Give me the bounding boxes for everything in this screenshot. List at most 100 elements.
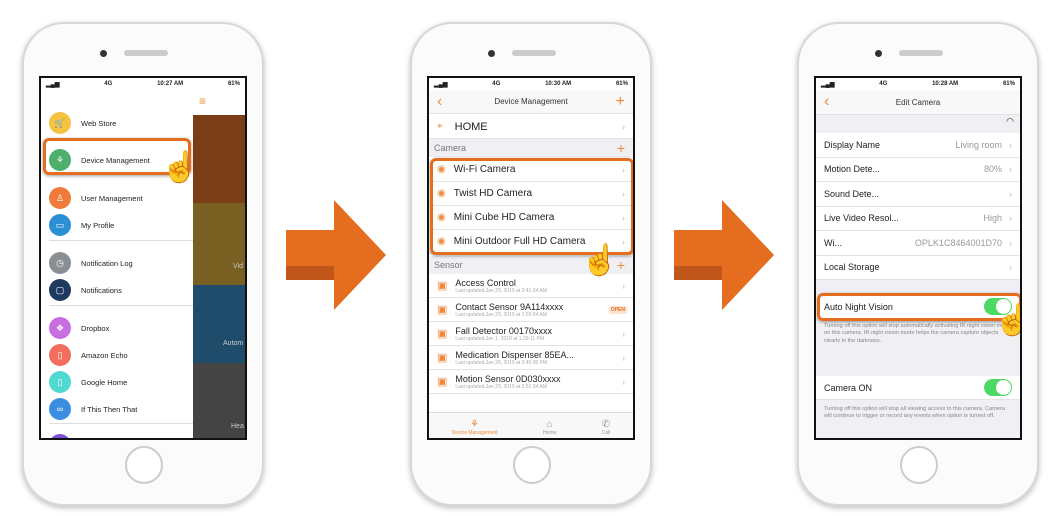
- add-camera-icon[interactable]: +: [617, 140, 625, 156]
- menu-label: Notification Log: [81, 258, 133, 268]
- chevron-right-icon: ›: [1009, 188, 1012, 199]
- menu-icon-partial: [49, 434, 71, 438]
- phone-3: ▂▄▆ 4G 10:28 AM 61% ‹ Edit Camera ◠ Display…: [797, 22, 1039, 506]
- chevron-right-icon: ›: [1009, 262, 1012, 273]
- setting-row[interactable]: Motion Dete... 80% ›: [816, 157, 1020, 182]
- time: 10:27 AM: [157, 81, 184, 87]
- add-icon[interactable]: +: [616, 93, 625, 111]
- speaker: [512, 50, 556, 56]
- setting-row[interactable]: Wi... OPLK1C8464001D70 ›: [816, 231, 1020, 256]
- menu-label: Amazon Echo: [81, 350, 128, 360]
- arrow-right-icon: [286, 200, 386, 310]
- highlight-box: [430, 158, 633, 255]
- location-pin-icon: ⌖: [437, 121, 443, 132]
- tab-label: Device Management: [451, 430, 498, 436]
- menu-label: Web Store: [81, 118, 117, 128]
- edit-camera-screen: ▂▄▆ 4G 10:28 AM 61% ‹ Edit Camera ◠ Display…: [814, 76, 1022, 440]
- menu-label: My Profile: [81, 220, 115, 230]
- pointing-hand-icon: ☝: [993, 305, 1020, 337]
- home-button[interactable]: [513, 446, 551, 484]
- hamburger-icon[interactable]: ≡: [199, 94, 206, 108]
- device-tree-icon: ⚘: [470, 419, 480, 430]
- notification-icon: ▢: [49, 279, 71, 301]
- setting-description: Turning off this option will stop automa…: [824, 323, 1011, 344]
- time: 10:28 AM: [932, 81, 959, 87]
- phone-1: ▂▄▆ 4G 10:27 AM 61% Vid Autom Hea ≡ 🛒 Web St…: [22, 22, 264, 506]
- side-menu-screen: ▂▄▆ 4G 10:27 AM 61% Vid Autom Hea ≡ 🛒 Web St…: [39, 76, 247, 440]
- menu-item-user-management[interactable]: ♙ User Management: [49, 187, 143, 209]
- menu-item-amazon-echo[interactable]: ▯ Amazon Echo: [49, 344, 128, 366]
- arrow-right-icon: [674, 200, 774, 310]
- users-icon: ♙: [49, 187, 71, 209]
- ifttt-icon: ∞: [49, 398, 71, 420]
- home-button[interactable]: [125, 446, 163, 484]
- status-bar: ▂▄▆ 4G 10:30 AM 61%: [434, 81, 628, 88]
- chevron-right-icon: ›: [1009, 164, 1012, 175]
- menu-item-notification-log[interactable]: ◷ Notification Log: [49, 252, 133, 274]
- tab-home[interactable]: ⌂ Home: [543, 419, 556, 436]
- sensor-updated: Last updated:Jan 29, 2019 at 5:51:34 AM: [455, 383, 547, 390]
- setting-label: Camera ON: [824, 382, 873, 393]
- setting-value: OPLK1C8464001D70: [914, 237, 1002, 248]
- tab-call[interactable]: ✆ Call: [602, 419, 611, 436]
- front-camera: [488, 50, 495, 57]
- menu-item-web-store[interactable]: 🛒 Web Store: [49, 112, 116, 134]
- home-button[interactable]: [900, 446, 938, 484]
- setting-label: Wi...: [824, 237, 842, 248]
- pointing-hand-icon: ☝: [580, 244, 619, 277]
- sensor-icon: ▣: [437, 352, 448, 364]
- battery: 61%: [615, 81, 628, 87]
- sensor-row[interactable]: ▣ Medication Dispenser 85EA... Last update…: [429, 346, 633, 370]
- setting-row[interactable]: Local Storage ›: [816, 255, 1020, 280]
- home-row[interactable]: ⌖ HOME ›: [429, 115, 633, 139]
- nav-bar: ‹ Edit Camera: [816, 90, 1020, 115]
- sensor-updated: Last updated:Jan 1, 2019 at 1:29:11 PM: [455, 335, 544, 342]
- tile-automation[interactable]: Autom: [193, 285, 245, 363]
- speaker: [899, 50, 943, 56]
- setting-row[interactable]: Live Video Resol... High ›: [816, 206, 1020, 231]
- sensor-row[interactable]: ▣ Access Control Last updated:Jan 29, 2019…: [429, 274, 633, 298]
- sensor-row[interactable]: ▣ Motion Sensor 0D030xxxx Last updated:Jan…: [429, 370, 633, 394]
- time: 10:30 AM: [545, 81, 572, 87]
- status-bar: ▂▄▆ 4G 10:27 AM 61%: [46, 81, 240, 88]
- status-bar: ▂▄▆ 4G 10:28 AM 61%: [816, 78, 1020, 90]
- setting-row[interactable]: Display Name Living room ›: [816, 133, 1020, 158]
- menu-item-google-home[interactable]: ▯ Google Home: [49, 371, 127, 393]
- menu-item-my-profile[interactable]: ▭ My Profile: [49, 214, 114, 236]
- battery: 61%: [1002, 81, 1015, 87]
- tab-bar: ⚘ Device Management ⌂ Home ✆ Call: [429, 412, 633, 438]
- back-icon[interactable]: ‹: [437, 93, 442, 111]
- page-title: Device Management: [494, 97, 568, 106]
- front-camera: [100, 50, 107, 57]
- carrier: 4G: [492, 81, 501, 87]
- chevron-right-icon: ›: [1009, 213, 1012, 224]
- tile-health[interactable]: Hea: [193, 363, 245, 438]
- setting-row[interactable]: Sound Dete... ›: [816, 182, 1020, 207]
- setting-description: Turning off this option will stop all vi…: [824, 406, 1005, 420]
- chevron-right-icon: ›: [622, 280, 625, 291]
- setting-label: Local Storage: [824, 262, 880, 273]
- highlight-box: [817, 293, 1020, 321]
- home-icon: ⌂: [546, 419, 553, 430]
- home-label: HOME: [454, 120, 488, 133]
- camera-on-toggle[interactable]: [984, 379, 1012, 396]
- tile-video[interactable]: Vid: [193, 203, 245, 285]
- back-icon[interactable]: ‹: [824, 93, 829, 111]
- tab-device-management[interactable]: ⚘ Device Management: [452, 419, 498, 436]
- echo-icon: ▯: [49, 344, 71, 366]
- section-label: Camera: [434, 143, 467, 153]
- menu-item-ifttt[interactable]: ∞ If This Then That: [49, 398, 137, 420]
- id-card-icon: ▭: [49, 214, 71, 236]
- tile-label: Autom: [223, 340, 244, 347]
- menu-item-notifications[interactable]: ▢ Notifications: [49, 279, 122, 301]
- pointing-hand-icon: ☝: [160, 151, 199, 184]
- sensor-name: Motion Sensor 0D030xxxx: [455, 373, 561, 384]
- setting-value: 80%: [983, 164, 1002, 175]
- sensor-name: Medication Dispenser 85EA...: [455, 349, 574, 360]
- tab-label: Call: [601, 430, 611, 436]
- sensor-row[interactable]: ▣ Contact Sensor 9A114xxxx Last updated:Ja…: [429, 298, 633, 322]
- page-title: Edit Camera: [895, 97, 941, 107]
- sensor-row[interactable]: ▣ Fall Detector 00170xxxx Last updated:Jan…: [429, 322, 633, 346]
- menu-item-dropbox[interactable]: ❖ Dropbox: [49, 317, 109, 339]
- tile-label: Vid: [233, 263, 243, 270]
